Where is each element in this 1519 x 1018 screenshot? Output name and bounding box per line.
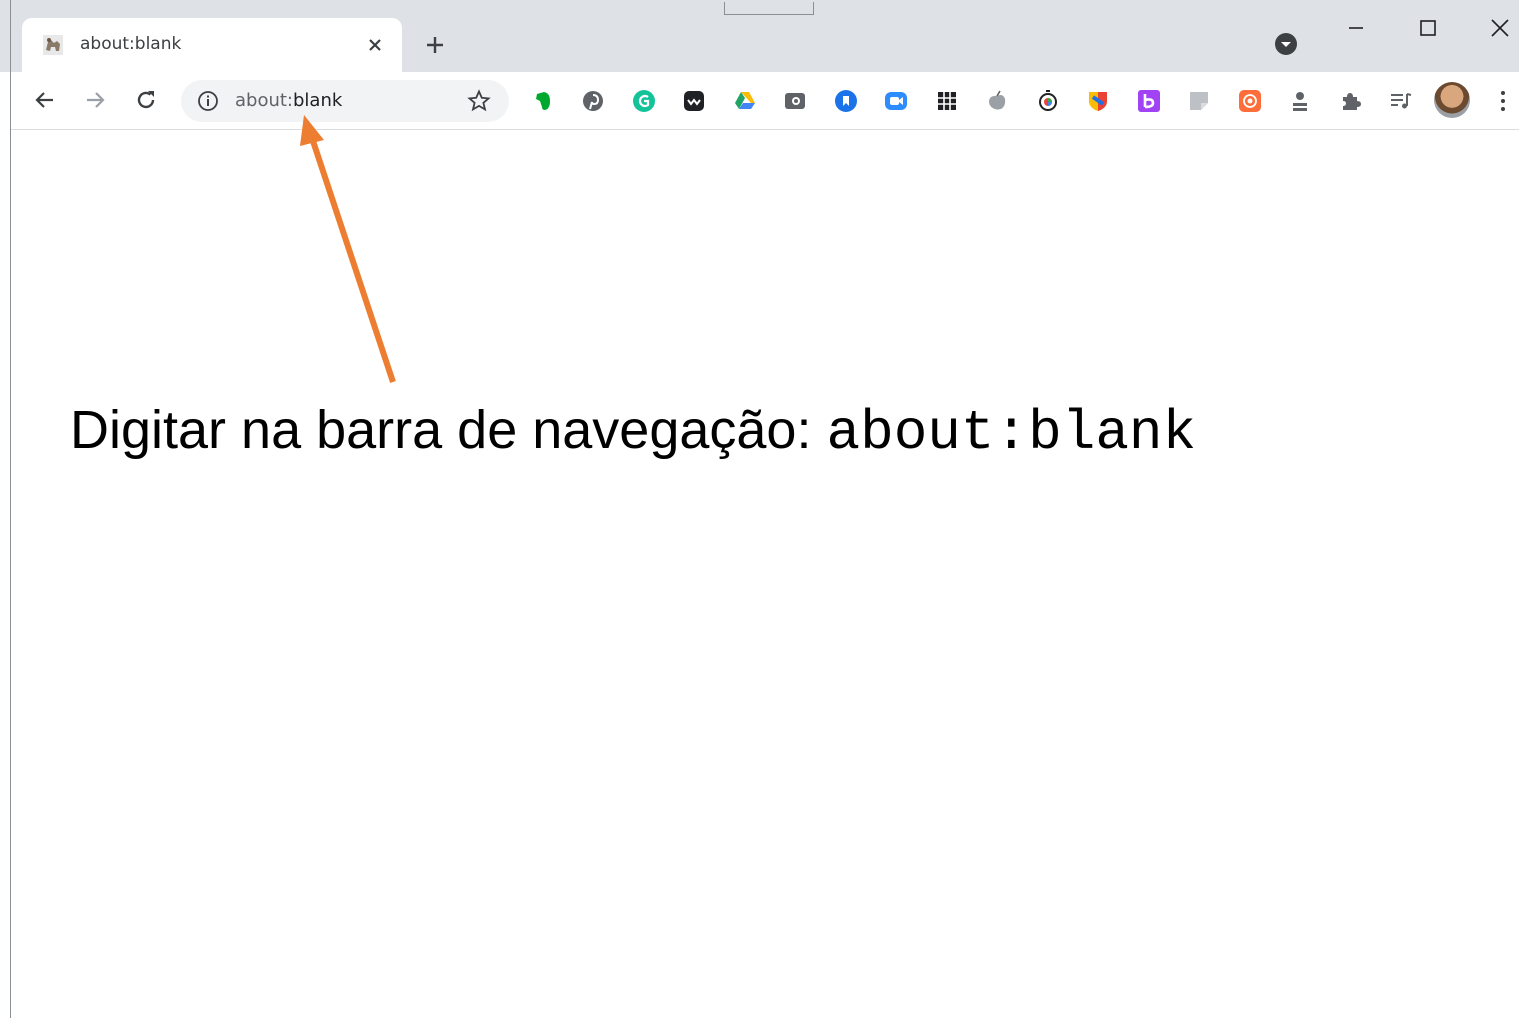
close-icon[interactable]	[362, 32, 388, 58]
instruction-caption: Digitar na barra de navegação: about:bla…	[70, 395, 1196, 468]
kebab-menu-icon[interactable]	[1491, 88, 1515, 114]
forward-arrow-icon[interactable]	[79, 84, 111, 116]
info-icon[interactable]	[197, 90, 219, 112]
horse-favicon-icon	[42, 34, 64, 56]
tab-search-icon[interactable]	[1274, 32, 1298, 56]
page-content	[11, 130, 1519, 1018]
evernote-icon[interactable]	[530, 88, 556, 114]
window-left-border	[10, 0, 11, 1018]
orange-ext-icon[interactable]	[1237, 88, 1263, 114]
avatar[interactable]	[1434, 82, 1470, 118]
minimize-icon[interactable]	[1336, 12, 1376, 44]
close-icon[interactable]	[1480, 12, 1519, 44]
tab-title: about:blank	[80, 34, 182, 54]
plus-icon[interactable]	[420, 30, 450, 60]
bitly-icon[interactable]	[1136, 88, 1162, 114]
shield-color-icon[interactable]	[1085, 88, 1111, 114]
apple-icon[interactable]	[984, 88, 1010, 114]
url-text[interactable]: about:blank	[235, 90, 342, 111]
instruction-text: Digitar na barra de navegação:	[70, 400, 827, 460]
notes-icon[interactable]	[1186, 88, 1212, 114]
pinterest-icon[interactable]	[580, 88, 606, 114]
star-icon[interactable]	[467, 89, 491, 113]
toolbar: about:blank	[11, 72, 1519, 130]
instruction-code: about:blank	[826, 401, 1197, 465]
screencast-icon[interactable]	[782, 88, 808, 114]
tab-about-blank[interactable]: about:blank	[22, 18, 402, 72]
bookmark-blue-icon[interactable]	[833, 88, 859, 114]
media-control-icon[interactable]	[1388, 88, 1414, 114]
zoom-icon[interactable]	[883, 88, 909, 114]
url-host: blank	[293, 90, 343, 111]
maximize-icon[interactable]	[1408, 12, 1448, 44]
url-scheme: about:	[235, 90, 293, 111]
tab-strip: about:blank	[0, 0, 1519, 72]
puzzle-icon[interactable]	[1338, 88, 1364, 114]
grammarly-icon[interactable]	[631, 88, 657, 114]
back-arrow-icon[interactable]	[29, 84, 61, 116]
reload-icon[interactable]	[130, 84, 162, 116]
timer-icon[interactable]	[1035, 88, 1061, 114]
person-stack-icon[interactable]	[1287, 88, 1313, 114]
window-drag-handle[interactable]	[724, 2, 814, 15]
wakatime-icon[interactable]	[681, 88, 707, 114]
browser-window: about:blank about:blank Digitar na barra…	[0, 0, 1519, 1018]
grid-icon[interactable]	[934, 88, 960, 114]
google-drive-icon[interactable]	[732, 88, 758, 114]
address-bar[interactable]: about:blank	[181, 80, 509, 122]
